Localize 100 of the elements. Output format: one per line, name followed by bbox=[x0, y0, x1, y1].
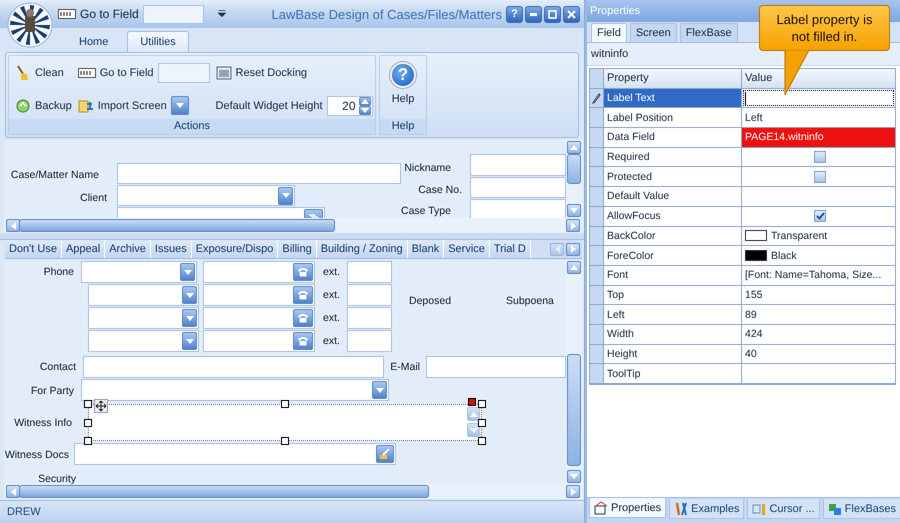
extension-field[interactable] bbox=[347, 330, 392, 352]
checkbox[interactable] bbox=[814, 170, 826, 183]
panel-tab[interactable]: Examples bbox=[669, 499, 744, 519]
section-tab[interactable]: Trial D bbox=[490, 240, 531, 258]
scroll-up-button[interactable] bbox=[567, 141, 581, 154]
vertical-scrollbar[interactable] bbox=[566, 140, 582, 218]
help-button[interactable]: ? Help bbox=[384, 60, 422, 119]
section-tab[interactable]: Building / Zoning bbox=[316, 240, 408, 258]
dial-button[interactable] bbox=[293, 332, 313, 350]
memo-field[interactable] bbox=[88, 404, 482, 441]
dropdown-field[interactable] bbox=[81, 379, 389, 401]
customize-menu-icon[interactable] bbox=[216, 9, 228, 19]
property-name[interactable]: Label Text bbox=[604, 88, 742, 108]
resize-handle[interactable] bbox=[84, 418, 92, 426]
panel-tab[interactable]: FlexBases bbox=[822, 499, 900, 519]
dropdown-button[interactable] bbox=[372, 381, 387, 399]
text-field[interactable] bbox=[117, 163, 401, 184]
memo-scroll-down-button[interactable] bbox=[467, 423, 480, 437]
dial-button[interactable] bbox=[293, 309, 313, 327]
scroll-down-button[interactable] bbox=[567, 204, 581, 217]
phone-type-dropdown[interactable] bbox=[88, 330, 199, 352]
horizontal-scrollbar[interactable] bbox=[4, 218, 582, 233]
text-field[interactable] bbox=[470, 177, 566, 198]
checkbox[interactable] bbox=[814, 151, 826, 164]
panel-tab[interactable]: FlexBase bbox=[680, 23, 738, 42]
property-name[interactable]: AllowFocus bbox=[604, 206, 742, 226]
maximize-button[interactable] bbox=[544, 6, 561, 22]
section-tab[interactable]: Archive bbox=[105, 240, 151, 258]
phone-number-field[interactable] bbox=[203, 307, 315, 329]
section-tab[interactable]: Blank bbox=[408, 240, 444, 258]
go-to-field-input[interactable] bbox=[158, 63, 210, 84]
extension-field[interactable] bbox=[347, 307, 392, 329]
section-tab[interactable]: Appeal bbox=[62, 240, 106, 258]
import-screen-button[interactable]: Import Screen bbox=[78, 96, 167, 116]
row-selector[interactable] bbox=[590, 88, 604, 108]
resize-handle[interactable] bbox=[281, 437, 289, 445]
ribbon-tab[interactable]: Home bbox=[66, 31, 122, 52]
text-field[interactable] bbox=[470, 154, 566, 176]
panel-tab[interactable]: Field bbox=[591, 23, 627, 42]
horizontal-scrollbar[interactable] bbox=[4, 484, 582, 499]
scroll-down-button[interactable] bbox=[567, 470, 581, 483]
import-screen-dropdown[interactable] bbox=[170, 96, 189, 116]
phone-type-dropdown[interactable] bbox=[88, 284, 199, 306]
text-field[interactable] bbox=[426, 356, 566, 378]
panel-tab[interactable]: Properties bbox=[589, 498, 666, 518]
dropdown-button[interactable] bbox=[182, 286, 197, 304]
dropdown-button[interactable] bbox=[182, 309, 197, 327]
scroll-thumb[interactable] bbox=[19, 485, 429, 498]
dial-button[interactable] bbox=[293, 263, 313, 281]
clean-button[interactable]: Clean bbox=[15, 63, 72, 84]
close-button[interactable] bbox=[562, 6, 580, 22]
phone-number-field[interactable] bbox=[203, 284, 315, 306]
scroll-thumb[interactable] bbox=[567, 154, 581, 184]
section-tab[interactable]: Exposure/Dispo bbox=[192, 240, 278, 258]
dropdown-field[interactable] bbox=[117, 185, 295, 206]
extension-field[interactable] bbox=[347, 284, 392, 306]
resize-handle[interactable] bbox=[281, 400, 289, 408]
resize-handle[interactable] bbox=[84, 437, 92, 445]
phone-type-dropdown[interactable] bbox=[88, 307, 199, 329]
move-icon[interactable] bbox=[94, 399, 108, 413]
phone-number-field[interactable] bbox=[203, 261, 315, 283]
scroll-left-button[interactable] bbox=[6, 219, 20, 232]
tab-scroll-right-button[interactable] bbox=[566, 242, 580, 256]
dropdown-button[interactable] bbox=[278, 186, 293, 204]
checkbox[interactable] bbox=[814, 210, 826, 222]
scroll-up-button[interactable] bbox=[567, 261, 581, 274]
section-tab[interactable]: Billing bbox=[278, 240, 317, 258]
documents-button[interactable] bbox=[376, 445, 394, 463]
panel-tab[interactable]: Screen bbox=[630, 23, 677, 42]
resize-handle[interactable] bbox=[478, 418, 486, 426]
scroll-thumb[interactable] bbox=[19, 219, 335, 232]
resize-handle[interactable] bbox=[84, 400, 92, 408]
property-name[interactable]: Width bbox=[604, 324, 742, 344]
section-tab[interactable]: Issues bbox=[150, 240, 192, 258]
widget-height-spinner[interactable]: 20 bbox=[326, 96, 373, 116]
phone-type-dropdown[interactable] bbox=[81, 261, 197, 283]
resize-handle[interactable] bbox=[478, 437, 486, 445]
dial-button[interactable] bbox=[293, 286, 313, 304]
go-to-field-input[interactable] bbox=[142, 4, 204, 24]
minimize-button[interactable] bbox=[524, 6, 542, 22]
field-label[interactable]: Security bbox=[37, 472, 77, 484]
ribbon-tab[interactable]: Utilities bbox=[127, 31, 189, 52]
text-field[interactable] bbox=[470, 199, 566, 218]
backup-button[interactable]: Backup bbox=[15, 96, 72, 116]
property-name[interactable]: ToolTip bbox=[604, 364, 742, 383]
reset-docking-button[interactable]: Reset Docking bbox=[216, 63, 373, 84]
extension-field[interactable] bbox=[347, 261, 392, 283]
scroll-left-button[interactable] bbox=[6, 485, 20, 498]
section-tab[interactable]: Service bbox=[444, 240, 490, 258]
memo-scroll-up-button[interactable] bbox=[467, 407, 480, 421]
scroll-thumb[interactable] bbox=[567, 354, 581, 466]
scroll-right-button[interactable] bbox=[566, 485, 580, 498]
section-tab[interactable]: Don't Use bbox=[5, 240, 62, 258]
documents-field[interactable] bbox=[74, 443, 396, 465]
tab-scroll-left-button[interactable] bbox=[550, 242, 564, 256]
go-to-field-button[interactable]: Go to Field bbox=[58, 7, 139, 21]
go-to-field-button[interactable]: Go to Field bbox=[78, 63, 154, 84]
dropdown-button[interactable] bbox=[180, 263, 195, 281]
dropdown-button[interactable] bbox=[182, 332, 197, 350]
vertical-scrollbar[interactable] bbox=[566, 260, 582, 484]
